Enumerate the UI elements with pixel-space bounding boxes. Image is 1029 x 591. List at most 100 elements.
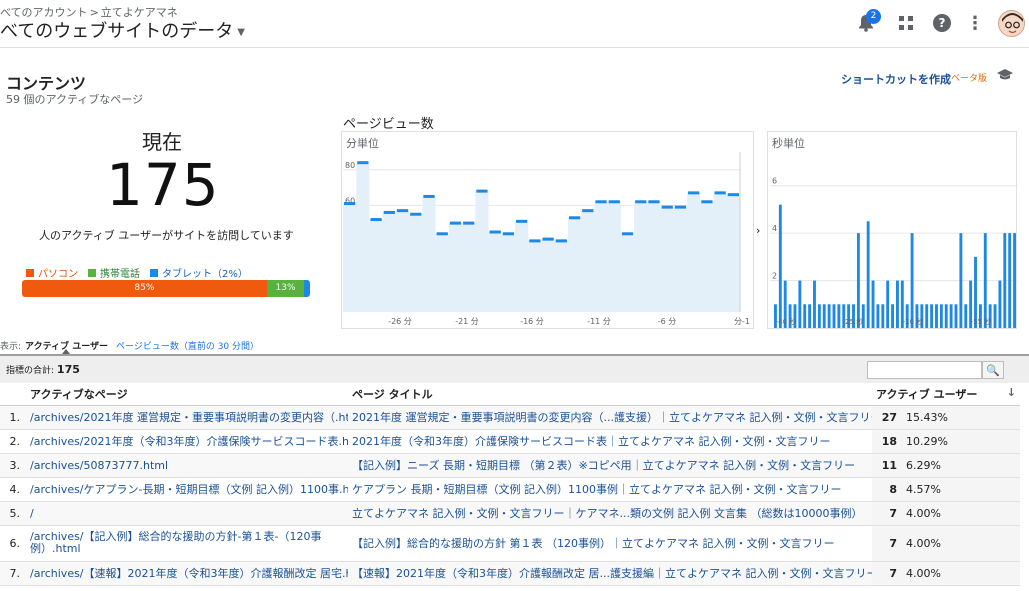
y-tick-label: 2 — [772, 272, 777, 281]
top-header: べてのアカウント > 立てよケアマネ べてのウェブサイトのデータ ▼ 2 ? ⋮ — [0, 0, 1029, 48]
data-point — [674, 205, 687, 209]
bar — [1013, 233, 1016, 328]
legend-desktop: パソコン — [26, 265, 78, 280]
row-page-link[interactable]: /archives/【記入例】総合的な援助の方針-第１表-（120事例）.htm… — [26, 525, 348, 562]
view-title: べてのウェブサイトのデータ — [0, 21, 234, 42]
data-point — [568, 216, 581, 220]
data-point — [621, 232, 634, 236]
create-shortcut-link[interactable]: ショートカットを作成 — [841, 71, 951, 87]
row-page-link[interactable]: /archives/2021年度 運営規定・重要事項説明書の変更内容（.html — [26, 405, 348, 430]
bar — [813, 280, 816, 328]
bar — [778, 204, 782, 328]
row-index: 7. — [0, 561, 26, 586]
legend-swatch-tablet — [150, 268, 158, 277]
apps-button[interactable] — [895, 12, 917, 34]
x-tick-label: -6 分 — [658, 317, 677, 326]
search-button[interactable]: 🔍 — [982, 361, 1004, 379]
tab-pageviews[interactable]: ページビュー数（直前の 30 分間） — [116, 342, 259, 352]
row-title-link[interactable]: 【記入例】ニーズ 長期・短期目標 （第２表）※コピペ用｜立てよケアマネ 記入例・… — [348, 453, 872, 478]
table-row: 2. /archives/2021年度（令和3年度）介護保険サービスコード表.h… — [0, 429, 1020, 454]
row-index: 1. — [0, 405, 26, 430]
row-page-link[interactable]: /archives/ケアプラン-長期・短期目標（文例 記入例）1100事.htm… — [26, 477, 348, 502]
bar — [935, 304, 938, 328]
data-point — [595, 200, 607, 204]
row-percent: 4.00% — [902, 525, 1020, 562]
bar — [837, 304, 841, 328]
data-point — [502, 232, 515, 236]
row-page-link[interactable]: /archives/2021年度（令和3年度）介護保険サービスコード表.html — [26, 429, 348, 454]
row-percent: 6.29% — [902, 453, 1020, 478]
row-users: 27 — [872, 405, 902, 430]
table-search-input[interactable] — [867, 361, 982, 379]
row-title-link[interactable]: 立てよケアマネ 記入例・文例・文言フリー｜ケアマネ...類の文例 記入例 文言集… — [348, 501, 872, 526]
legend-swatch-desktop — [26, 268, 34, 277]
notification-badge: 2 — [866, 9, 881, 24]
row-title-link[interactable]: 【速報】2021年度（令和3年度）介護報酬改定 居...護支援編｜立てよケアマネ… — [348, 561, 872, 586]
totals-label-text: 指標の合計: — [6, 366, 55, 376]
more-vert-icon: ⋮ — [966, 12, 984, 34]
view-selector[interactable]: べてのウェブサイトのデータ ▼ — [0, 17, 245, 43]
x-tick-label: -55 秒 — [971, 317, 992, 326]
more-options-button[interactable]: ⋮ — [964, 12, 986, 34]
bar — [925, 304, 929, 328]
data-point — [410, 212, 422, 216]
data-point — [489, 230, 501, 234]
row-page-link[interactable]: /archives/【速報】2021年度（令和3年度）介護報酬改定 居宅.htm… — [26, 561, 348, 586]
row-title-link[interactable]: 2021年度（令和3年度）介護保険サービスコード表｜立てよケアマネ 記入例・文例… — [348, 429, 872, 454]
row-percent: 15.43% — [902, 405, 1020, 430]
row-index: 2. — [0, 429, 26, 454]
avatar-face-icon — [1002, 13, 1023, 34]
table-row: 6. /archives/【記入例】総合的な援助の方針-第１表-（120事例）.… — [0, 525, 1020, 562]
per-minute-chart-svg: 20406080-26 分-21 分-16 分-11 分-6 分分-1 — [343, 152, 750, 326]
row-page-link[interactable]: / — [26, 501, 348, 526]
row-title-link[interactable]: 【記入例】総合的な援助の方針 第１表 （120事例）｜立てよケアマネ 記入例・文… — [348, 525, 872, 562]
bar — [808, 304, 812, 328]
graduation-cap-icon[interactable] — [997, 69, 1013, 85]
row-index: 3. — [0, 453, 26, 478]
legend-swatch-mobile — [88, 268, 96, 277]
row-index: 6. — [0, 525, 26, 562]
area-fill — [343, 162, 740, 312]
legend-label-mobile: 携帯電話 — [100, 269, 140, 280]
per-minute-chart-title: 分単位 — [346, 137, 379, 150]
search-icon: 🔍 — [986, 363, 1000, 377]
bar — [891, 304, 894, 328]
y-tick-label: 6 — [772, 177, 777, 186]
header-index — [0, 384, 26, 406]
active-pages-table: アクティブなページ ページ タイトル アクティブ ユーザー ↓ 1. /archi… — [0, 384, 1020, 586]
legend-mobile: 携帯電話 — [88, 265, 140, 280]
row-page-link[interactable]: /archives/50873777.html — [26, 453, 348, 478]
header-active-users[interactable]: アクティブ ユーザー ↓ — [872, 384, 1020, 406]
row-title-link[interactable]: 2021年度 運営規定・重要事項説明書の変更内容（...護支援）｜立てよケアマネ… — [348, 405, 872, 430]
data-point — [449, 221, 462, 225]
device-share-mobile: 13% — [266, 280, 305, 297]
header-active-page[interactable]: アクティブなページ — [26, 384, 348, 406]
help-button[interactable]: ? — [931, 12, 953, 34]
avatar[interactable] — [998, 10, 1025, 37]
data-point — [370, 218, 382, 222]
header-page-title[interactable]: ページ タイトル — [348, 384, 872, 406]
totals-label: 指標の合計: 175 — [6, 363, 80, 376]
x-tick-label: -21 分 — [455, 317, 479, 326]
bar — [1003, 233, 1007, 328]
x-tick-label: -16 分 — [520, 317, 544, 326]
data-point — [648, 200, 660, 204]
per-minute-chart: 20406080-26 分-21 分-16 分-11 分-6 分分-1 分単位 — [341, 131, 754, 329]
bar — [896, 280, 899, 328]
data-point — [463, 221, 475, 225]
per-second-chart-svg: 2 4 6 -40 秒 -25 秒 -10 秒 -55 秒 — [770, 177, 1018, 328]
row-index: 5. — [0, 501, 26, 526]
data-point — [608, 200, 620, 204]
data-point — [701, 200, 713, 204]
device-legend: パソコン 携帯電話 タブレット（2%） — [26, 265, 248, 280]
row-title-link[interactable]: ケアプラン 長期・短期目標（文例 記入例）1100事例｜立てよケアマネ 記入例・… — [348, 477, 872, 502]
table-row: 4. /archives/ケアプラン-長期・短期目標（文例 記入例）1100事.… — [0, 477, 1020, 502]
bar — [876, 304, 880, 328]
bar — [866, 221, 870, 328]
data-point — [688, 191, 700, 195]
legend-label-tablet: タブレット（2%） — [162, 269, 248, 280]
data-point — [344, 202, 356, 206]
chart-divider-arrow: › — [756, 224, 761, 237]
bar — [959, 233, 963, 328]
bar — [939, 304, 943, 328]
